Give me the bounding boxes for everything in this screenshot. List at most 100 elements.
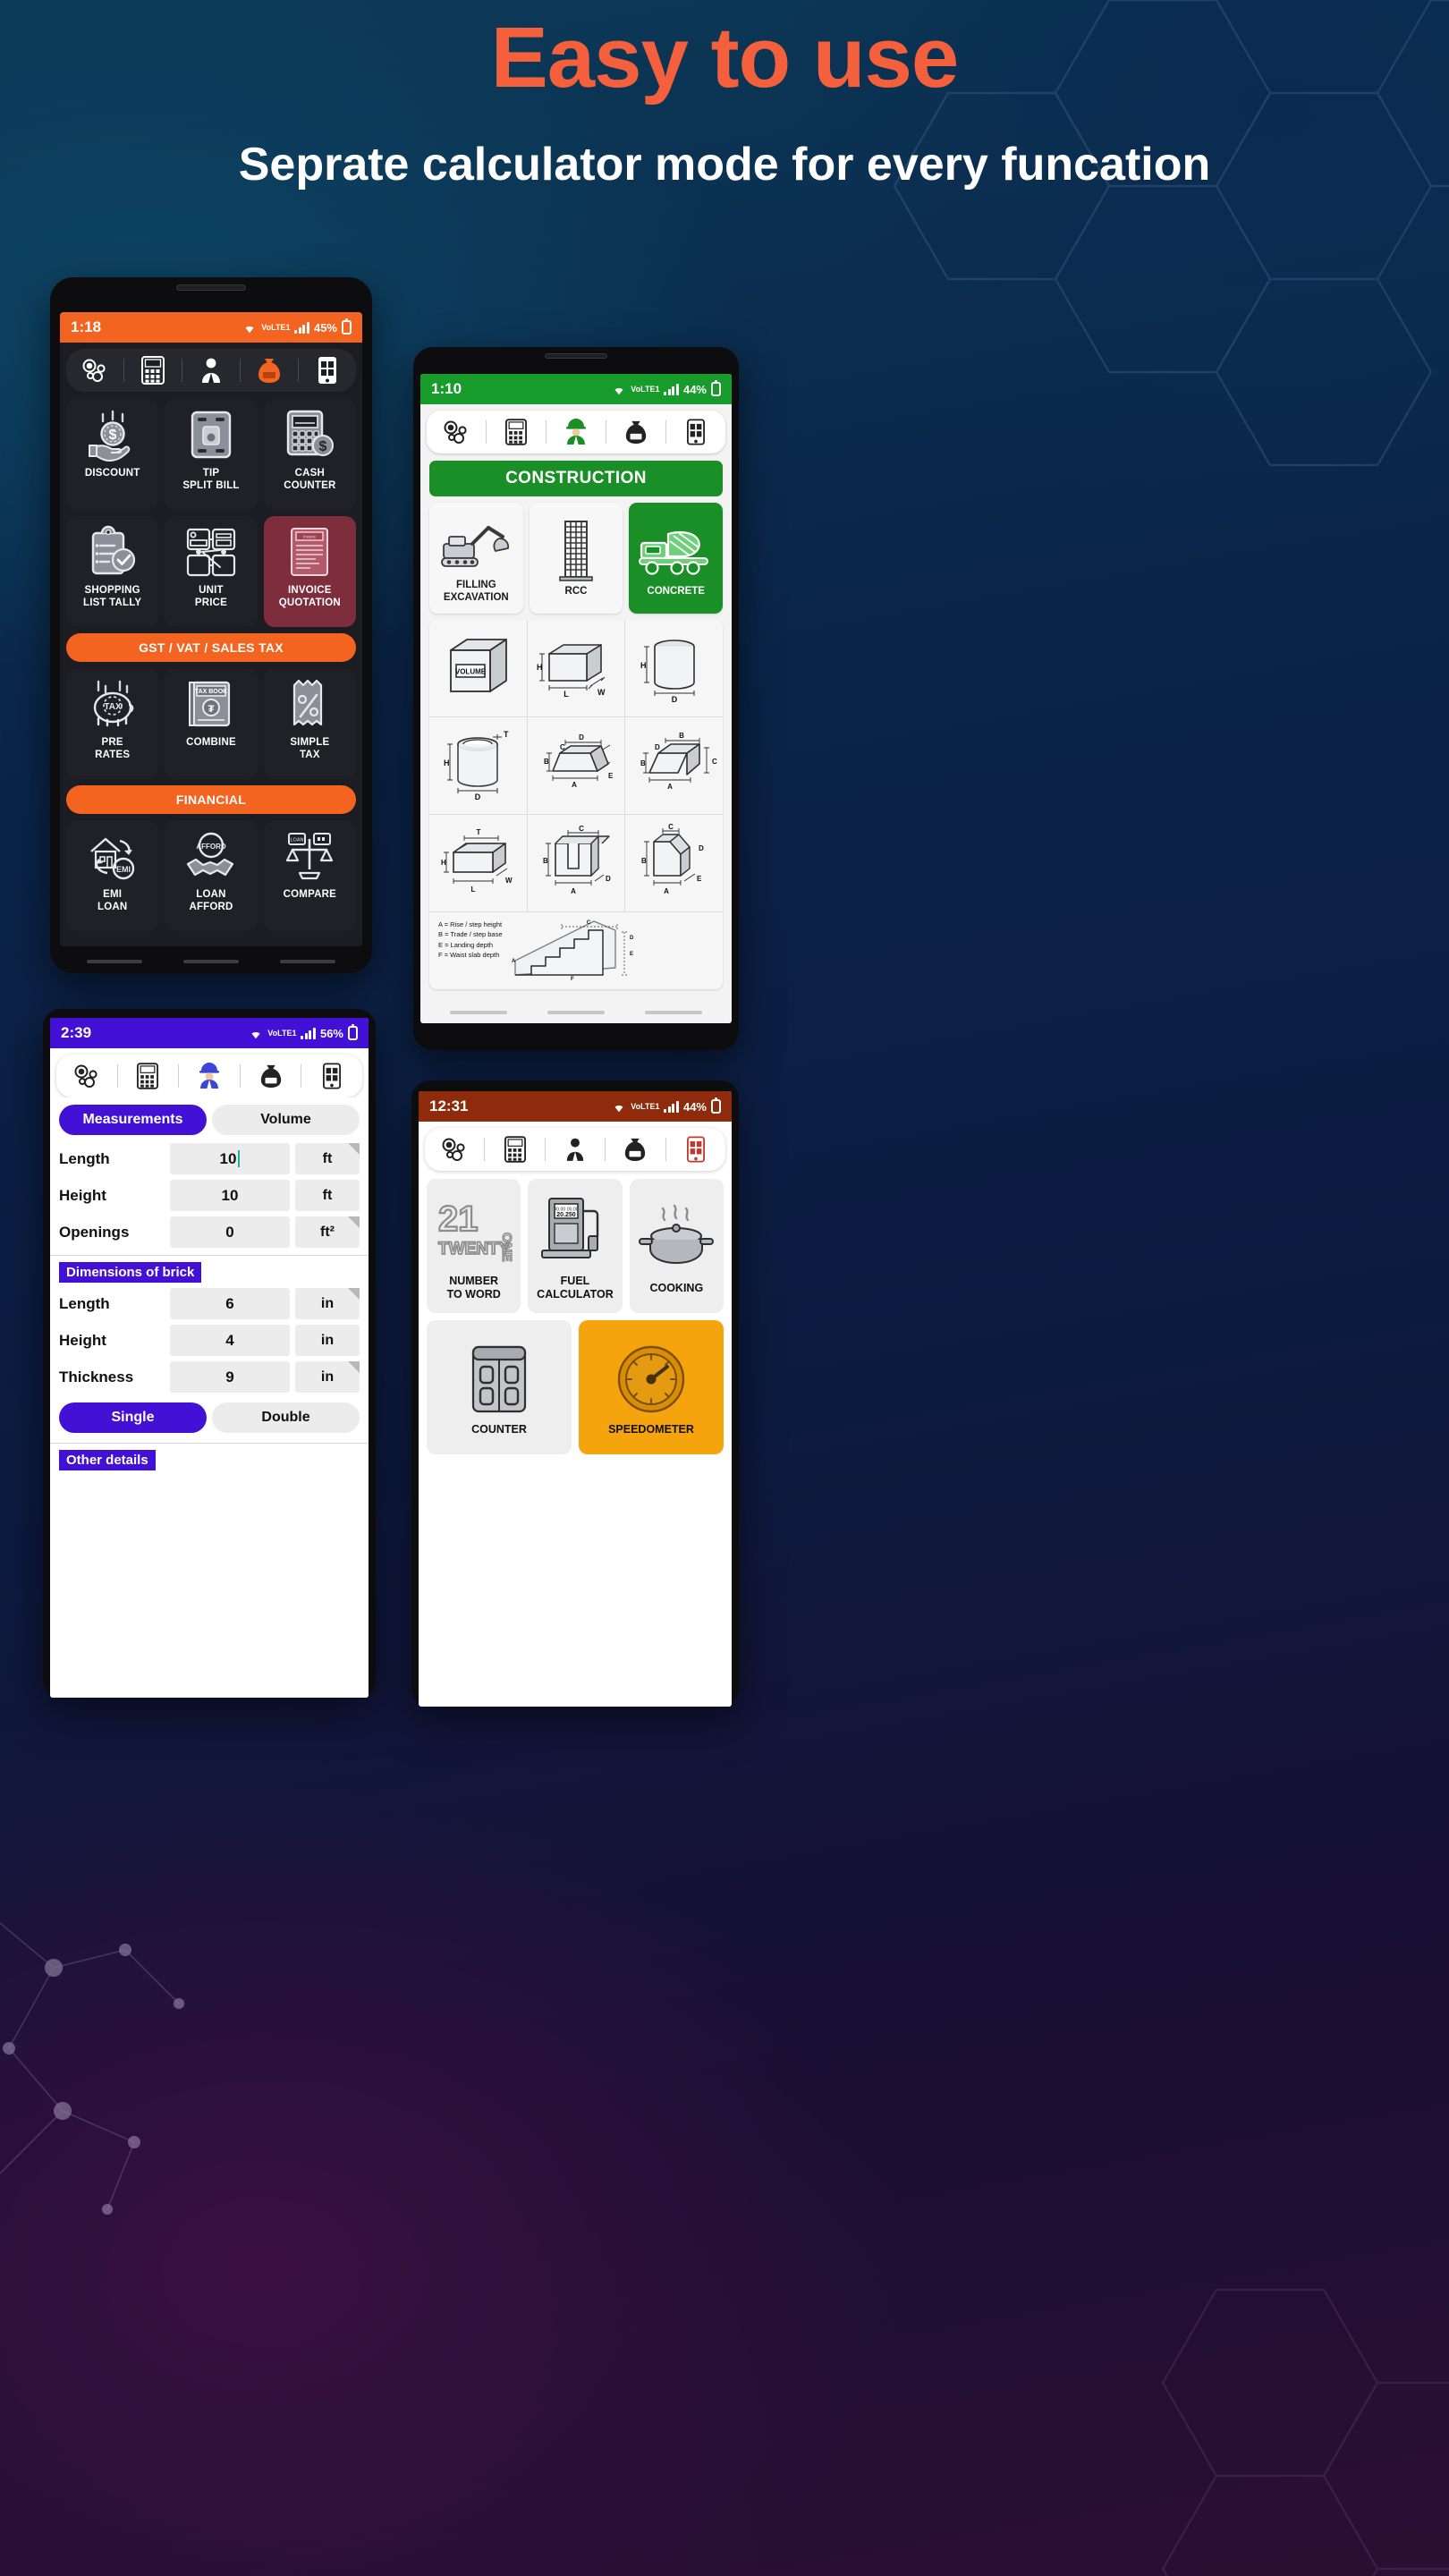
tile-invoice-quotation[interactable]: Invoice INVOICE QUOTATION: [263, 516, 356, 627]
excavator-icon: [438, 513, 513, 577]
tab-single[interactable]: Single: [59, 1402, 207, 1433]
mobile-apps-icon[interactable]: [666, 1128, 725, 1171]
shape-cylinder-hd[interactable]: H D: [625, 620, 723, 716]
cooking-pot-icon: [638, 1198, 715, 1278]
openings-input[interactable]: 0: [170, 1216, 290, 1248]
tile-tip-split-bill[interactable]: TIP SPLIT BILL: [165, 399, 258, 510]
tile-shopping-list-tally[interactable]: SHOPPING LIST TALLY: [66, 516, 159, 627]
business-toolbar[interactable]: [66, 349, 356, 392]
battery-icon: [711, 380, 721, 396]
gears-icon[interactable]: [425, 1128, 484, 1171]
brick-length-input[interactable]: 6: [170, 1288, 290, 1319]
shape-u-channel[interactable]: B A C D: [528, 815, 626, 911]
shape-frustum[interactable]: B A B C D: [625, 717, 723, 814]
brick-height-input[interactable]: 4: [170, 1325, 290, 1356]
engineer-icon[interactable]: [179, 1055, 240, 1097]
tab-measurements[interactable]: Measurements: [59, 1105, 207, 1135]
tile-cooking[interactable]: COOKING: [629, 1179, 724, 1313]
field-label: Height: [59, 1186, 106, 1204]
invoice-icon: Invoice: [286, 524, 333, 580]
businessman-icon[interactable]: [546, 1128, 605, 1171]
tile-pre-rates[interactable]: TAX PRE RATES: [66, 668, 159, 779]
battery-icon: [348, 1024, 358, 1040]
tile-label: COMPARE: [283, 889, 336, 900]
tile-unit-price[interactable]: UNIT PRICE: [165, 516, 258, 627]
shape-cube-volume[interactable]: VOLUME: [429, 620, 528, 716]
mobile-apps-icon[interactable]: [666, 411, 725, 453]
openings-unit-select[interactable]: ft²: [295, 1216, 360, 1248]
measurement-toolbar[interactable]: [56, 1055, 362, 1097]
battery-percent: 44%: [682, 1099, 707, 1114]
stairs-diagram-card[interactable]: A = Rise / step height B = Trade / step …: [429, 912, 723, 989]
shape-cylinder-thd[interactable]: H D T: [429, 717, 528, 814]
svg-text:F: F: [571, 977, 574, 982]
calculator-icon[interactable]: [487, 411, 546, 453]
brick-thickness-input[interactable]: 9: [170, 1361, 290, 1393]
shape-l-wall[interactable]: B A C D E: [625, 815, 723, 911]
status-bar: 12:31 VoLTE1 44%: [419, 1091, 732, 1122]
banner-financial[interactable]: FINANCIAL: [66, 785, 356, 814]
money-bag-icon[interactable]: [606, 411, 665, 453]
handshake-afford-icon: AFFORD: [184, 828, 238, 884]
svg-text:C: C: [668, 823, 674, 831]
tile-combine[interactable]: TAX BOOK ₮ COMBINE: [165, 668, 258, 779]
money-bag-icon[interactable]: [241, 1055, 301, 1097]
battery-icon: [711, 1097, 721, 1114]
length-input[interactable]: 10: [170, 1143, 290, 1174]
tile-number-to-word[interactable]: 21 ONE TWENTY NUMBER TO WORD: [427, 1179, 521, 1313]
shape-trapezoid-prism[interactable]: B A D C E: [528, 717, 626, 814]
tile-cash-counter[interactable]: $ CASH COUNTER: [263, 399, 356, 510]
tile-simple-tax[interactable]: SIMPLE TAX: [263, 668, 356, 779]
status-bar: 1:18 VoLTE1 45%: [60, 312, 362, 343]
brick-height-unit-select[interactable]: in: [295, 1325, 360, 1356]
field-row-length: Length 10 ft: [50, 1140, 369, 1177]
construction-toolbar[interactable]: [427, 411, 725, 453]
calculator-icon[interactable]: [485, 1128, 544, 1171]
battery-percent: 44%: [682, 382, 707, 396]
android-nav-bar[interactable]: [50, 950, 372, 973]
tab-volume[interactable]: Volume: [212, 1105, 360, 1135]
tile-fuel-calculator[interactable]: 00.00 00.00 20.250 FUEL CALCULATOR: [528, 1179, 623, 1313]
shape-row-1: VOLUME H L W H D: [429, 620, 723, 717]
phone-mockup-construction: 1:10 VoLTE1 44% CONSTRUCTION FILLING EXC…: [413, 347, 739, 1050]
brick-length-unit-select[interactable]: in: [295, 1288, 360, 1319]
tools-toolbar[interactable]: [425, 1128, 725, 1171]
calculator-icon[interactable]: [124, 349, 182, 392]
height-unit-select[interactable]: ft: [295, 1180, 360, 1211]
calculator-icon[interactable]: [118, 1055, 179, 1097]
tile-counter[interactable]: COUNTER: [427, 1320, 572, 1454]
gears-icon[interactable]: [66, 349, 123, 392]
height-input[interactable]: 10: [170, 1180, 290, 1211]
divider: [50, 1255, 369, 1256]
mobile-apps-icon[interactable]: [301, 1055, 362, 1097]
tab-double[interactable]: Double: [212, 1402, 360, 1433]
shape-open-box[interactable]: H L W T: [429, 815, 528, 911]
tile-loan-afford[interactable]: AFFORD LOAN AFFORD: [165, 820, 258, 931]
gears-icon[interactable]: [56, 1055, 117, 1097]
tile-rcc[interactable]: RCC: [529, 503, 623, 614]
android-nav-bar[interactable]: [429, 1011, 723, 1016]
mobile-apps-icon[interactable]: [299, 349, 356, 392]
tile-discount[interactable]: $ DISCOUNT: [66, 399, 159, 510]
engineer-icon[interactable]: [547, 411, 606, 453]
phone-speaker: [176, 284, 246, 291]
banner-gst-vat-sales-tax[interactable]: GST / VAT / SALES TAX: [66, 633, 356, 662]
tile-concrete[interactable]: CONCRETE: [629, 503, 724, 614]
hand-coin-icon: $: [85, 407, 140, 462]
banner-construction[interactable]: CONSTRUCTION: [429, 461, 723, 496]
tile-filling-excavation[interactable]: FILLING EXCAVATION: [429, 503, 523, 614]
businessman-icon[interactable]: [182, 349, 240, 392]
field-label: Length: [59, 1149, 110, 1167]
length-unit-select[interactable]: ft: [295, 1143, 360, 1174]
tile-emi-loan[interactable]: EMI EMI LOAN: [66, 820, 159, 931]
tile-compare[interactable]: LOAN COMPARE: [263, 820, 356, 931]
svg-text:H: H: [444, 758, 450, 767]
tile-speedometer[interactable]: SPEEDOMETER: [579, 1320, 724, 1454]
brick-thickness-unit-select[interactable]: in: [295, 1361, 360, 1393]
shape-box-lwh[interactable]: H L W: [528, 620, 626, 716]
tile-label: SHOPPING LIST TALLY: [83, 585, 142, 609]
brick-row-height: Height 4 in: [50, 1322, 369, 1359]
money-bag-icon[interactable]: [606, 1128, 665, 1171]
money-bag-icon[interactable]: [241, 349, 298, 392]
gears-icon[interactable]: [427, 411, 486, 453]
